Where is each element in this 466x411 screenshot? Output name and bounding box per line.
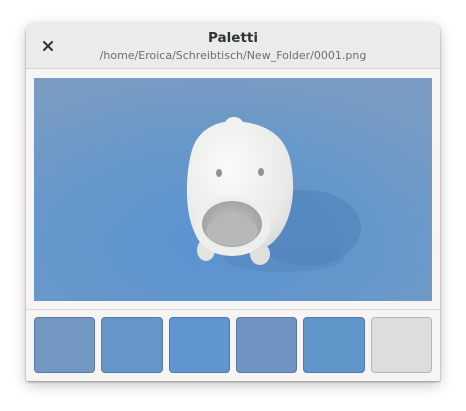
color-swatch-6[interactable] [370,317,432,373]
image-preview [34,78,432,301]
preview-image [34,78,432,301]
color-swatch-2[interactable] [101,317,163,373]
paletti-window: Paletti /home/Eroica/Schreibtisch/New_Fo… [26,23,440,381]
main-content [26,69,440,381]
palette-swatches [34,317,432,374]
window-title: Paletti [208,30,258,46]
window-subtitle: /home/Eroica/Schreibtisch/New_Folder/000… [99,49,367,62]
color-swatch-4[interactable] [235,317,298,373]
color-swatch-5[interactable] [303,317,365,373]
separator [26,309,440,310]
color-swatch-3[interactable] [168,317,230,373]
color-swatch-1[interactable] [34,317,96,373]
headerbar: Paletti /home/Eroica/Schreibtisch/New_Fo… [26,23,440,69]
